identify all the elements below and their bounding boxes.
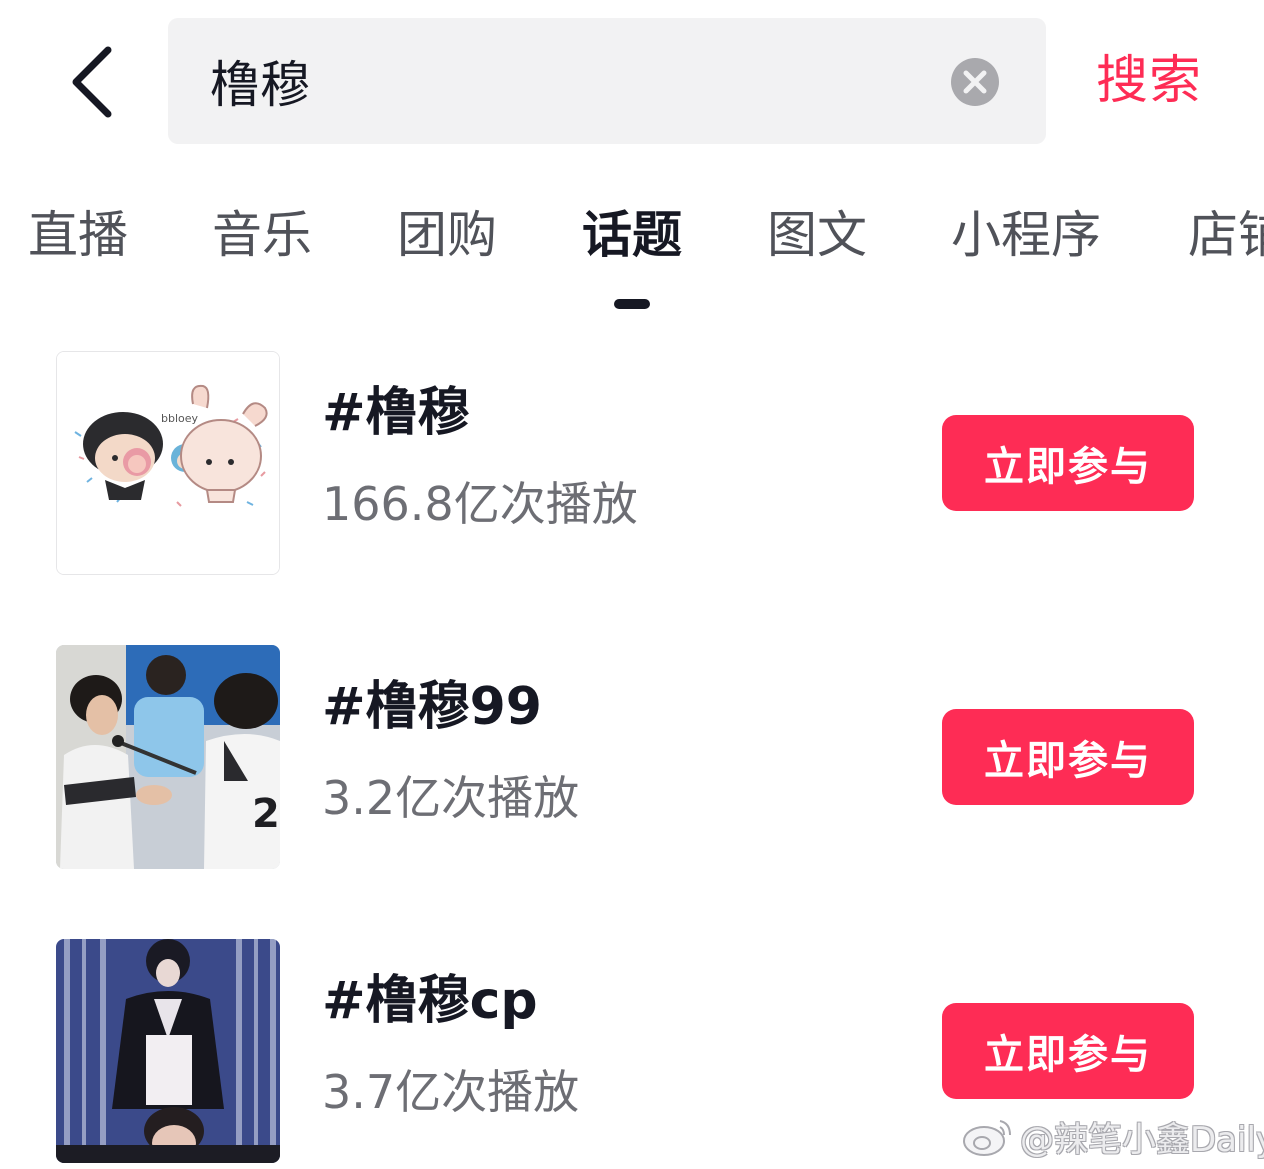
chevron-left-icon <box>72 46 112 118</box>
topic-thumbnail: 27 <box>56 645 280 869</box>
clear-search-button[interactable] <box>950 57 1000 107</box>
tab-music[interactable]: 音乐 <box>212 200 312 270</box>
weibo-logo-icon <box>963 1120 1011 1156</box>
topic-title: #橹穆 <box>322 383 470 443</box>
active-tab-indicator <box>614 299 650 309</box>
topic-title: #橹穆99 <box>322 677 542 737</box>
tab-group-buy[interactable]: 团购 <box>397 200 497 270</box>
tab-topics[interactable]: 话题 <box>582 200 682 270</box>
svg-text:bbloey: bbloey <box>161 412 199 425</box>
tab-live[interactable]: 直播 <box>28 200 128 270</box>
topic-thumbnail <box>56 939 280 1163</box>
join-topic-button[interactable]: 立即参与 <box>942 1003 1194 1099</box>
topic-view-count: 3.2亿次播放 <box>322 771 580 825</box>
topic-thumbnail: bbloey <box>56 351 280 575</box>
search-box[interactable] <box>168 18 1046 144</box>
back-button[interactable] <box>58 44 128 120</box>
topic-view-count: 3.7亿次播放 <box>322 1065 580 1119</box>
category-tabs: 直播 音乐 团购 话题 图文 小程序 店铺 <box>0 200 1264 320</box>
tab-store[interactable]: 店铺 <box>1188 200 1264 270</box>
svg-text:27: 27 <box>252 791 280 837</box>
topic-title: #橹穆cp <box>322 971 538 1031</box>
search-button[interactable]: 搜索 <box>1096 46 1202 116</box>
search-input[interactable] <box>210 46 910 116</box>
join-topic-button[interactable]: 立即参与 <box>942 709 1194 805</box>
close-circle-icon <box>951 58 999 106</box>
tab-image-text[interactable]: 图文 <box>767 200 867 270</box>
topic-item[interactable]: 27 #橹穆99 3.2亿次播放 立即参与 <box>0 645 1264 875</box>
tab-mini-program[interactable]: 小程序 <box>951 200 1101 270</box>
watermark-text: @辣笔小鑫Daily <box>1020 1119 1264 1160</box>
topic-view-count: 166.8亿次播放 <box>322 477 638 531</box>
join-topic-button[interactable]: 立即参与 <box>942 415 1194 511</box>
watermark: @辣笔小鑫Daily <box>960 1110 1264 1162</box>
topic-item[interactable]: bbloey #橹穆 166.8亿次播放 立即参与 <box>0 351 1264 581</box>
